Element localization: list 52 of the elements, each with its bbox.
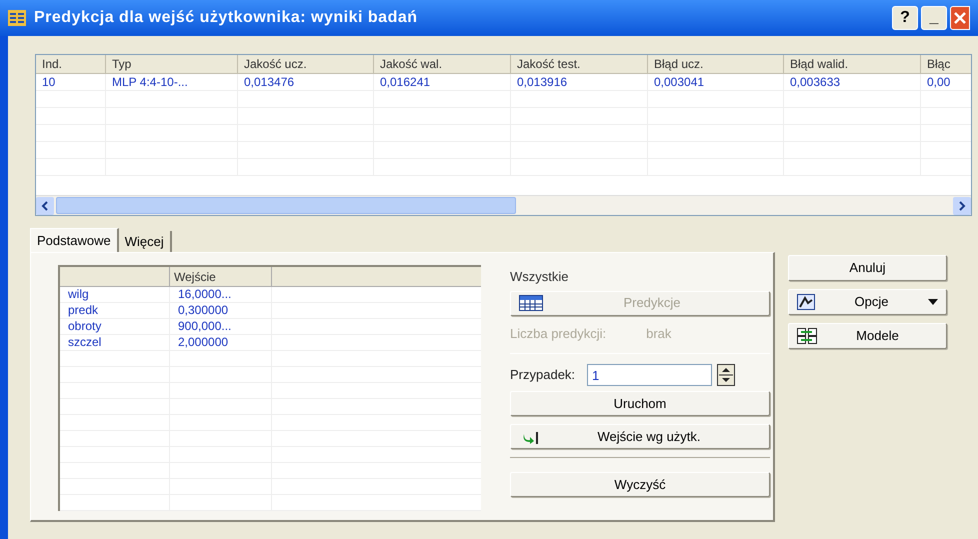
table-cell: 0,016241 xyxy=(380,75,430,89)
column-header: Wejście xyxy=(174,270,216,284)
column-header[interactable]: Błąd ucz. xyxy=(648,55,784,73)
run-button[interactable]: Uruchom xyxy=(510,391,770,416)
column-header[interactable]: Jakość ucz. xyxy=(238,55,374,73)
close-button[interactable] xyxy=(950,6,970,30)
app-icon xyxy=(8,10,26,26)
table-cell: MLP 4:4-10-... xyxy=(112,75,188,89)
column-header[interactable]: Jakość test. xyxy=(511,55,648,73)
table-icon xyxy=(519,295,543,311)
table-cell: szczel xyxy=(68,335,102,349)
options-button[interactable]: Opcje xyxy=(788,289,947,315)
spinner-icon[interactable] xyxy=(717,364,736,386)
close-icon xyxy=(954,12,966,24)
table-cell: 0,003041 xyxy=(654,75,704,89)
window-title: Predykcja dla wejść użytkownika: wyniki badań xyxy=(34,8,419,28)
table-cell: 16,0000... xyxy=(178,287,232,301)
column-header[interactable]: Błąc xyxy=(921,55,971,73)
column-header[interactable]: Typ xyxy=(106,55,238,73)
clear-button[interactable]: Wyczyść xyxy=(510,472,770,497)
table-cell: 900,000... xyxy=(178,319,232,333)
table-cell: 2,000000 xyxy=(178,335,228,349)
table-cell: obroty xyxy=(68,319,102,333)
column-header[interactable]: Ind. xyxy=(36,55,106,73)
caret-icon xyxy=(928,299,938,305)
table-cell: 0,013476 xyxy=(244,75,294,89)
column-header[interactable]: Jakość wal. xyxy=(374,55,511,73)
scroll-right-icon[interactable] xyxy=(953,196,971,214)
models-button[interactable]: Modele xyxy=(788,323,947,349)
table-cell: 0,00 xyxy=(927,75,950,89)
table-cell: 0,013916 xyxy=(517,75,568,89)
scroll-left-icon[interactable] xyxy=(36,196,54,214)
grid-icon xyxy=(797,328,817,344)
count-value: brak xyxy=(646,324,672,342)
tab[interactable]: Podstawowe xyxy=(30,228,119,252)
count-label: Liczba predykcji: xyxy=(510,324,606,343)
horizontal-scrollbar[interactable] xyxy=(36,195,971,215)
picture-icon xyxy=(797,294,815,310)
group-label: Wszystkie xyxy=(510,268,570,286)
cancel-button[interactable]: Anuluj xyxy=(788,255,947,281)
case-input[interactable]: 1 xyxy=(587,364,712,386)
case-label: Przypadek: xyxy=(510,366,576,384)
table-cell: predk xyxy=(68,303,98,317)
table-cell: 0,003633 xyxy=(790,75,840,89)
table-cell: 0,300000 xyxy=(178,303,228,317)
table-cell: 10 xyxy=(42,75,56,89)
scrollbar-thumb[interactable] xyxy=(56,197,516,214)
table-cell: wilg xyxy=(68,287,89,301)
column-header[interactable]: Błąd walid. xyxy=(784,55,921,73)
minimize-button[interactable]: _ xyxy=(921,6,947,30)
user-input-button[interactable]: Wejście wg użytk. xyxy=(510,424,770,449)
help-button[interactable]: ? xyxy=(892,6,918,30)
